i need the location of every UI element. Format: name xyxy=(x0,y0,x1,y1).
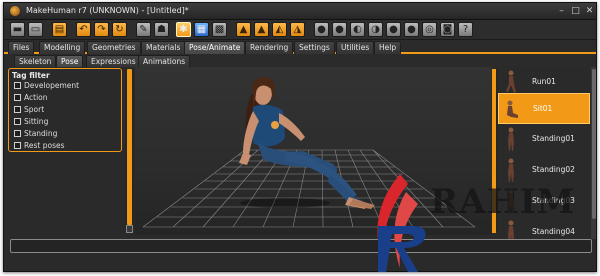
filter-label: Developement xyxy=(24,81,80,90)
3d-viewport[interactable] xyxy=(135,67,491,235)
filter-label: Sport xyxy=(24,105,45,114)
main-toolbar: ▬ ▭ ▤ ↶ ↷ ↻ ✎ ☗ ✱ ▦ ▩ ▲ ▲ ◭ ◮ ● ● ◐ ◑ ● … xyxy=(4,20,596,40)
pose-item-standing03[interactable]: Standing03 xyxy=(498,186,590,217)
slider-track xyxy=(492,69,496,233)
subtab-skeleton[interactable]: Skeleton xyxy=(14,55,57,67)
pose-label: Standing03 xyxy=(532,196,575,205)
tab-help[interactable]: Help xyxy=(374,41,402,54)
pose-label: Run01 xyxy=(532,77,556,86)
right-view-icon[interactable]: ◮ xyxy=(290,22,305,37)
help-icon[interactable]: ? xyxy=(458,22,473,37)
pose-label: Standing02 xyxy=(532,165,575,174)
makehuman-logo-icon xyxy=(10,6,20,16)
tab-pose-animate[interactable]: Pose/Animate xyxy=(184,41,246,54)
tab-materials[interactable]: Materials xyxy=(141,41,186,54)
filter-developement[interactable]: Developement xyxy=(14,81,79,91)
tab-files[interactable]: Files xyxy=(8,41,35,54)
subtab-expressions[interactable]: Expressions xyxy=(86,55,141,67)
checker-icon[interactable]: ▩ xyxy=(212,22,227,37)
bottom-view-icon[interactable]: ● xyxy=(332,22,347,37)
filter-label: Sitting xyxy=(24,117,49,126)
pose-thumbnail xyxy=(508,127,514,151)
tab-rendering[interactable]: Rendering xyxy=(245,41,294,54)
redo-icon[interactable]: ↷ xyxy=(94,22,109,37)
pose-thumbnail xyxy=(508,189,514,213)
pose-label: Sit01 xyxy=(533,104,553,113)
checkbox[interactable] xyxy=(14,82,21,89)
grid-icon[interactable]: ▦ xyxy=(194,22,209,37)
filter-label: Action xyxy=(24,93,48,102)
screenshot-icon[interactable]: ◙ xyxy=(440,22,455,37)
checkbox[interactable] xyxy=(14,106,21,113)
filter-rest-poses[interactable]: Rest poses xyxy=(14,141,65,151)
pose-thumbnail xyxy=(507,100,518,118)
left-vertical-slider[interactable] xyxy=(125,69,134,233)
main-tab-bar: Files Modelling Geometries Materials Pos… xyxy=(4,40,596,54)
subtab-pose[interactable]: Pose xyxy=(56,55,84,67)
filter-sport[interactable]: Sport xyxy=(14,105,44,115)
filter-label: Rest poses xyxy=(24,141,65,150)
pose-item-sit01[interactable]: Sit01 xyxy=(498,93,590,124)
pose-thumbnail xyxy=(508,220,514,239)
pose-item-standing04[interactable]: Standing04 xyxy=(498,217,590,239)
head-top-icon[interactable]: ● xyxy=(386,22,401,37)
top-view-icon[interactable]: ● xyxy=(314,22,329,37)
tab-modelling[interactable]: Modelling xyxy=(39,41,86,54)
right-side-icon[interactable]: ◑ xyxy=(368,22,383,37)
tag-filter-panel: Tag filter Developement Action Sport Sit… xyxy=(8,68,122,152)
checkbox[interactable] xyxy=(14,94,21,101)
filter-label: Standing xyxy=(24,129,58,138)
viewport-scene xyxy=(142,77,476,228)
front-view-icon[interactable]: ▲ xyxy=(236,22,251,37)
left-side-icon[interactable]: ◐ xyxy=(350,22,365,37)
pose-icon[interactable]: ✱ xyxy=(176,22,191,37)
pose-thumbnail xyxy=(506,70,516,93)
filter-action[interactable]: Action xyxy=(14,93,48,103)
head-bottom-icon[interactable]: ● xyxy=(404,22,419,37)
tab-geometries[interactable]: Geometries xyxy=(87,41,141,54)
status-bar xyxy=(10,239,592,253)
left-view-icon[interactable]: ◭ xyxy=(272,22,287,37)
checkbox[interactable] xyxy=(14,130,21,137)
app-window: MakeHuman r7 (UNKNOWN) - [Untitled]* – □… xyxy=(3,2,597,272)
back-view-icon[interactable]: ▲ xyxy=(254,22,269,37)
window-title: MakeHuman r7 (UNKNOWN) - [Untitled]* xyxy=(26,6,189,15)
wireframe-icon[interactable]: ✎ xyxy=(136,22,151,37)
checkbox[interactable] xyxy=(14,142,21,149)
scrollbar-thumb[interactable] xyxy=(592,69,596,219)
smooth-icon[interactable]: ☗ xyxy=(154,22,169,37)
reset-camera-icon[interactable]: ◎ xyxy=(422,22,437,37)
pose-item-standing02[interactable]: Standing02 xyxy=(498,155,590,186)
pose-list-scrollbar[interactable] xyxy=(591,67,596,239)
slider-handle[interactable] xyxy=(126,225,133,233)
undo-icon[interactable]: ↶ xyxy=(76,22,91,37)
slider-track xyxy=(127,69,132,225)
pose-thumbnail xyxy=(508,158,514,182)
pose-label: Standing04 xyxy=(532,227,575,236)
checkbox[interactable] xyxy=(14,118,21,125)
tab-settings[interactable]: Settings xyxy=(294,41,335,54)
tag-filter-title: Tag filter xyxy=(12,71,50,80)
pose-item-standing01[interactable]: Standing01 xyxy=(498,124,590,155)
file-icon[interactable]: ▬ xyxy=(10,22,25,37)
title-bar: MakeHuman r7 (UNKNOWN) - [Untitled]* – □… xyxy=(4,3,596,20)
sub-tab-bar: Skeleton Pose Expressions Animations xyxy=(4,54,596,67)
pose-library-list: Run01 Sit01 Standing01 Standing02 Standi… xyxy=(498,67,590,239)
minimize-icon[interactable]: – xyxy=(556,6,567,17)
export-icon[interactable]: ▤ xyxy=(52,22,67,37)
reset-icon[interactable]: ↻ xyxy=(112,22,127,37)
maximize-icon[interactable]: □ xyxy=(570,6,581,17)
tab-utilities[interactable]: Utilities xyxy=(336,41,375,54)
subtab-animations[interactable]: Animations xyxy=(138,55,191,67)
save-icon[interactable]: ▭ xyxy=(28,22,43,37)
close-icon[interactable]: ✕ xyxy=(584,6,595,17)
filter-standing[interactable]: Standing xyxy=(14,129,57,139)
filter-sitting[interactable]: Sitting xyxy=(14,117,48,127)
pose-label: Standing01 xyxy=(532,134,575,143)
